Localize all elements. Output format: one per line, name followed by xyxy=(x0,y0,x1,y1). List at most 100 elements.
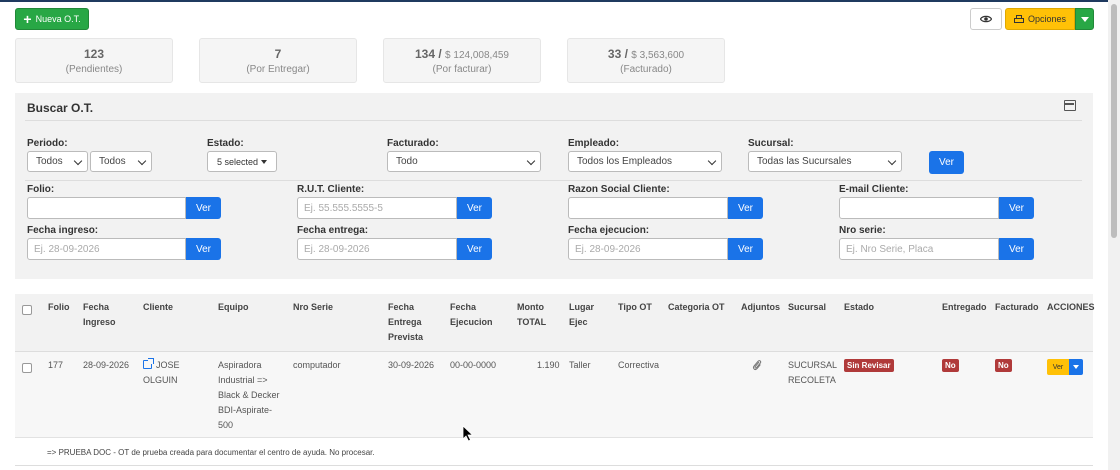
fecha-entrega-label: Fecha entrega: xyxy=(297,225,369,236)
select-value: Todas las Sucursales xyxy=(757,156,852,167)
th-sucursal[interactable]: Sucursal xyxy=(788,300,826,315)
select-all-checkbox[interactable] xyxy=(22,305,32,315)
collapse-icon[interactable] xyxy=(1064,100,1076,111)
th-categoria[interactable]: Categoria OT xyxy=(668,300,725,315)
caret-down-icon xyxy=(1073,365,1079,369)
th-lugar[interactable]: Lugar Ejec xyxy=(569,300,594,330)
empleado-select[interactable]: Todos los Empleados xyxy=(568,151,722,172)
stat-amount: $ 3,563,600 xyxy=(631,50,685,61)
options-dropdown-toggle[interactable] xyxy=(1075,8,1094,30)
sucursal-select[interactable]: Todas las Sucursales xyxy=(748,151,902,172)
ver-nro-serie-button[interactable]: Ver xyxy=(999,238,1034,260)
nro-serie-input[interactable]: Ej. Nro Serie, Placa xyxy=(839,238,999,260)
cliente-name[interactable]: OLGUIN xyxy=(143,373,180,388)
new-ot-label: Nueva O.T. xyxy=(35,14,81,24)
external-link-icon[interactable] xyxy=(143,358,154,369)
th-entregado[interactable]: Entregado xyxy=(942,300,987,315)
estado-badge: Sin Revisar xyxy=(844,359,894,372)
ver-fecha-ejecucion-button[interactable]: Ver xyxy=(728,238,763,260)
ver-filter-button[interactable]: Ver xyxy=(929,151,964,174)
razon-input[interactable] xyxy=(568,197,728,219)
th-estado[interactable]: Estado xyxy=(844,300,874,315)
stat-count: 123 xyxy=(83,47,105,61)
periodo-select-2[interactable]: Todos xyxy=(90,151,152,172)
stat-count: 134 / xyxy=(415,47,442,61)
th-equipo[interactable]: Equipo xyxy=(218,300,249,315)
folio-input[interactable] xyxy=(27,197,186,219)
cell-fecha-ejecucion: 00-00-0000 xyxy=(450,360,497,370)
ver-fecha-entrega-button[interactable]: Ver xyxy=(457,238,492,260)
divider xyxy=(15,465,1093,466)
th-line: Ingreso xyxy=(83,317,116,327)
stat-por-facturar[interactable]: 134 / $ 124,008,459 (Por facturar) xyxy=(383,38,541,83)
th-line: Fecha xyxy=(388,302,415,312)
fecha-ejecucion-input[interactable]: Ej. 28-09-2026 xyxy=(568,238,728,260)
th-folio[interactable]: Folio xyxy=(48,300,70,315)
equipo-line: Black & Decker xyxy=(218,390,280,400)
th-monto[interactable]: Monto TOTAL xyxy=(517,300,546,330)
th-cliente[interactable]: Cliente xyxy=(143,300,173,315)
cell-nro-serie: computador xyxy=(293,360,341,370)
ver-rut-button[interactable]: Ver xyxy=(457,197,492,219)
th-line: Ejecucion xyxy=(450,317,493,327)
th-fecha-ingreso[interactable]: Fecha Ingreso xyxy=(83,300,116,330)
cell-cliente[interactable]: JOSE OLGUIN xyxy=(143,358,180,388)
fecha-ingreso-label: Fecha ingreso: xyxy=(27,225,99,236)
facturado-badge[interactable]: No xyxy=(995,359,1012,372)
cell-monto: 1.190 xyxy=(537,360,560,370)
printer-icon xyxy=(1013,14,1024,23)
th-tipo[interactable]: Tipo OT xyxy=(618,300,652,315)
stat-amount: $ 124,008,459 xyxy=(445,50,509,61)
th-line: Monto xyxy=(517,302,544,312)
stat-por-entregar[interactable]: 7 (Por Entregar) xyxy=(199,38,357,83)
row-checkbox[interactable] xyxy=(22,363,32,373)
search-title: Buscar O.T. xyxy=(27,101,94,115)
divider xyxy=(25,180,1082,181)
stat-facturado[interactable]: 33 / $ 3,563,600 (Facturado) xyxy=(567,38,725,83)
email-input[interactable] xyxy=(839,197,999,219)
paperclip-icon[interactable] xyxy=(752,359,762,371)
th-line: Ejec xyxy=(569,317,588,327)
rut-label: R.U.T. Cliente: xyxy=(297,184,365,195)
ver-razon-button[interactable]: Ver xyxy=(728,197,763,219)
view-toggle-button[interactable] xyxy=(970,8,1002,30)
ver-email-button[interactable]: Ver xyxy=(999,197,1034,219)
table-header xyxy=(15,294,1093,352)
row-ver-button[interactable]: Ver xyxy=(1047,359,1069,375)
row-note: => PRUEBA DOC - OT de prueba creada para… xyxy=(47,448,375,457)
sucursal-line: RECOLETA xyxy=(788,375,836,385)
cell-sucursal: SUCURSAL RECOLETA xyxy=(788,358,837,388)
ver-fecha-ingreso-button[interactable]: Ver xyxy=(186,238,221,260)
fecha-entrega-input[interactable]: Ej. 28-09-2026 xyxy=(297,238,457,260)
th-nro-serie[interactable]: Nro Serie xyxy=(293,300,333,315)
sucursal-line: SUCURSAL xyxy=(788,360,838,370)
fecha-ingreso-input[interactable]: Ej. 28-09-2026 xyxy=(27,238,186,260)
periodo-select-1[interactable]: Todos xyxy=(27,151,88,172)
ver-folio-button[interactable]: Ver xyxy=(186,197,221,219)
cell-tipo: Correctiva xyxy=(618,360,660,370)
stat-label: (Por Entregar) xyxy=(246,64,310,75)
new-ot-button[interactable]: + Nueva O.T. xyxy=(15,8,89,30)
placeholder: Ej. 28-09-2026 xyxy=(575,243,641,255)
row-actions-toggle[interactable] xyxy=(1069,359,1083,375)
sucursal-label: Sucursal: xyxy=(748,138,794,149)
cliente-name[interactable]: JOSE xyxy=(156,360,180,370)
stat-label: (Por facturar) xyxy=(432,64,492,75)
stat-label: (Facturado) xyxy=(620,64,672,75)
stat-pendientes[interactable]: 123 (Pendientes) xyxy=(15,38,173,83)
rut-input[interactable]: Ej. 55.555.5555-5 xyxy=(297,197,457,219)
estado-multiselect[interactable]: 5 selected xyxy=(207,151,277,172)
th-adjuntos[interactable]: Adjuntos xyxy=(741,300,780,315)
chevron-down-icon xyxy=(137,156,147,166)
options-button[interactable]: Opciones xyxy=(1005,8,1075,30)
th-facturado[interactable]: Facturado xyxy=(995,300,1039,315)
scrollbar-thumb[interactable] xyxy=(1111,4,1117,238)
entregado-badge[interactable]: No xyxy=(942,359,959,372)
th-fecha-entrega[interactable]: Fecha Entrega Prevista xyxy=(388,300,423,345)
select-value: Todos los Empleados xyxy=(577,156,673,167)
th-fecha-ejecucion[interactable]: Fecha Ejecucion xyxy=(450,300,493,330)
folio-label: Folio: xyxy=(27,184,55,195)
plus-icon: + xyxy=(23,11,32,27)
facturado-select[interactable]: Todo xyxy=(387,151,541,172)
facturado-label: Facturado: xyxy=(387,138,439,149)
